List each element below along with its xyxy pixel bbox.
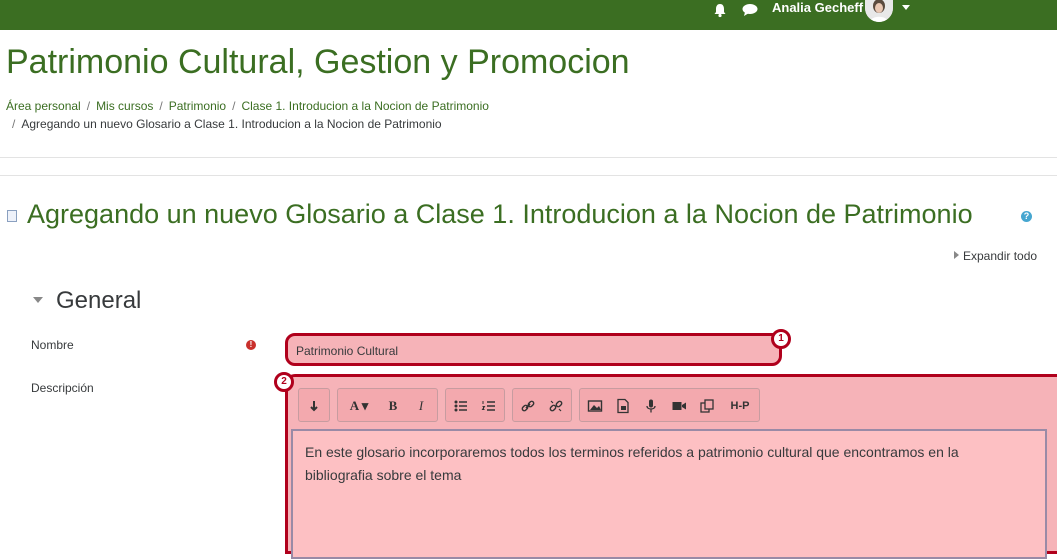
record-audio-button[interactable] [638, 394, 664, 418]
record-video-button[interactable] [666, 394, 692, 418]
link-button[interactable] [515, 394, 541, 418]
breadcrumb-separator: / [86, 99, 91, 113]
h5p-button[interactable]: H-P [724, 394, 756, 418]
name-input[interactable]: Patrimonio Cultural [285, 333, 782, 366]
toolbar-group: H-P [579, 388, 760, 422]
numbered-list-button[interactable] [476, 394, 502, 418]
bold-button[interactable]: B [380, 394, 406, 418]
media-file-icon [617, 398, 629, 414]
breadcrumb-separator: / [232, 99, 236, 113]
breadcrumb-link-mis-cursos[interactable]: Mis cursos [96, 99, 153, 113]
toolbar-group: A ▾ B I [337, 388, 438, 422]
section-title-general[interactable]: General [56, 287, 141, 315]
link-icon [521, 400, 535, 412]
toolbar-group [298, 388, 330, 422]
unlink-button[interactable] [543, 394, 569, 418]
toolbar-group [445, 388, 505, 422]
breadcrumb-current: Agregando un nuevo Glosario a Clase 1. I… [21, 117, 442, 131]
insert-image-button[interactable] [582, 394, 608, 418]
description-editor[interactable]: En este glosario incorporaremos todos lo… [291, 429, 1047, 559]
chat-bubble-icon[interactable] [741, 2, 759, 18]
description-label: Descripción [31, 381, 94, 395]
manage-files-button[interactable] [694, 394, 720, 418]
divider [0, 157, 1057, 158]
insert-media-button[interactable] [610, 394, 636, 418]
bullet-list-icon [454, 400, 467, 412]
font-button[interactable]: A ▾ [341, 394, 377, 418]
divider [0, 175, 1057, 176]
glossary-document-icon [7, 210, 17, 222]
help-icon[interactable]: ? [1021, 211, 1032, 222]
bullet-list-button[interactable] [448, 394, 474, 418]
name-label: Nombre [31, 338, 74, 352]
expand-toolbar-button[interactable] [301, 394, 327, 418]
numbered-list-icon [481, 401, 495, 411]
video-camera-icon [672, 402, 686, 410]
avatar[interactable] [865, 0, 893, 22]
toolbar-group [512, 388, 572, 422]
required-exclamation-icon: ! [246, 340, 256, 350]
expand-all-label: Expandir todo [963, 249, 1038, 263]
breadcrumb-link-patrimonio[interactable]: Patrimonio [169, 99, 226, 113]
page-title: Agregando un nuevo Glosario a Clase 1. I… [27, 199, 973, 229]
annotation-badge-2: 2 [274, 372, 294, 392]
user-name[interactable]: Analia Gecheff [772, 0, 863, 16]
breadcrumb: Área personal / Mis cursos / Patrimonio / Clas… [6, 97, 489, 133]
breadcrumb-separator: / [12, 117, 16, 131]
breadcrumb-link-clase-1[interactable]: Clase 1. Introducion a la Nocion de Patr… [241, 99, 488, 113]
image-icon [587, 400, 603, 412]
arrow-down-icon [310, 401, 318, 412]
top-navbar: Analia Gecheff [0, 0, 1057, 30]
chevron-right-icon [954, 251, 959, 259]
breadcrumb-separator: / [159, 99, 163, 113]
expand-all-link[interactable]: Expandir todo [954, 249, 1037, 263]
site-title: Patrimonio Cultural, Gestion y Promocion [6, 43, 630, 81]
breadcrumb-link-area-personal[interactable]: Área personal [6, 99, 81, 113]
user-menu-chevron-down-icon[interactable] [902, 5, 910, 10]
files-icon [700, 399, 714, 413]
italic-button[interactable]: I [408, 394, 434, 418]
description-editor-text: En este glosario incorporaremos todos lo… [305, 444, 959, 483]
unlink-icon [549, 400, 563, 412]
font-icon: A [349, 398, 359, 413]
name-input-value: Patrimonio Cultural [296, 344, 399, 358]
collapse-section-chevron-down-icon[interactable] [33, 297, 43, 303]
annotation-badge-1: 1 [771, 329, 791, 349]
microphone-icon [646, 399, 656, 413]
bell-icon[interactable] [712, 2, 728, 18]
